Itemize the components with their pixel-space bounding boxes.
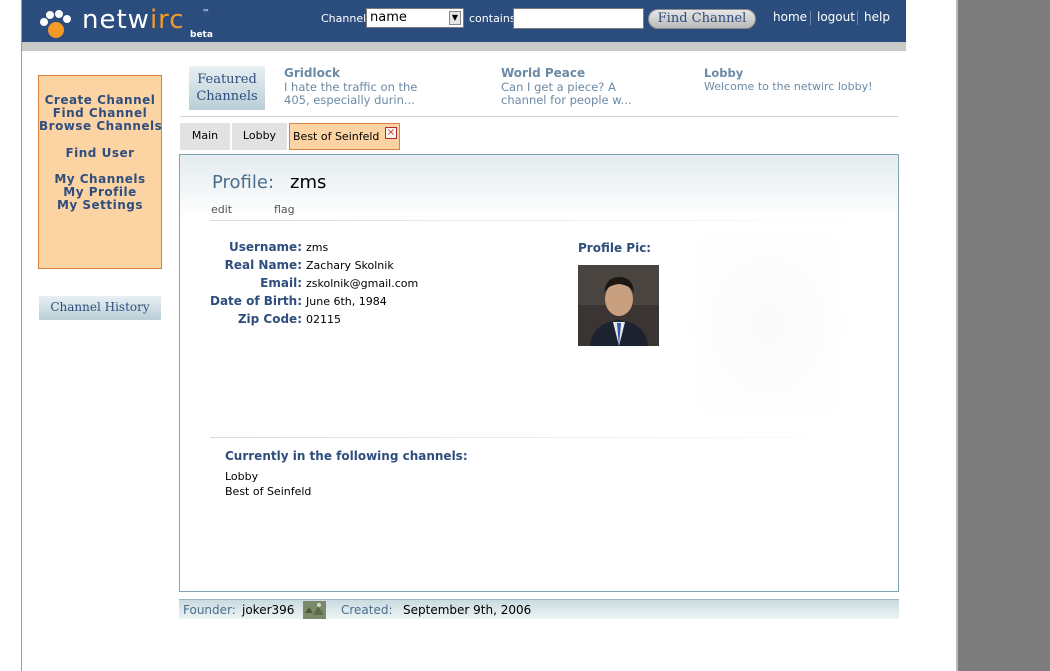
featured-divider <box>180 116 898 117</box>
current-channels-heading: Currently in the following channels: <box>225 449 468 463</box>
featured-desc-line: channel for people w... <box>501 93 632 107</box>
profile-heading-username: zms <box>290 172 327 193</box>
field-label: Username: <box>228 240 302 254</box>
featured-channels-tab: Featured Channels <box>189 66 265 110</box>
sidebar-browse-channels-link[interactable]: Browse Channels <box>39 119 162 133</box>
logo-wordmark: netwirc <box>82 5 185 35</box>
sidebar-menu: Create Channel Find Channel Browse Chann… <box>38 75 162 269</box>
profile-picture[interactable] <box>578 265 659 346</box>
field-label: Real Name: <box>224 258 302 272</box>
nav-logout-link[interactable]: logout <box>817 10 855 24</box>
chevron-down-icon: ▼ <box>449 11 461 25</box>
featured-channel-desc: I hate the traffic on the 405, especiall… <box>284 81 417 107</box>
header-underline <box>22 42 906 51</box>
contains-label: contains <box>469 12 516 25</box>
featured-desc-line: 405, especially durin... <box>284 93 415 107</box>
founder-avatar-image <box>303 601 326 619</box>
field-value: Zachary Skolnik <box>306 259 394 272</box>
sidebar-my-profile-link[interactable]: My Profile <box>39 185 161 199</box>
featured-channel-desc: Can I get a piece? A channel for people … <box>501 81 632 107</box>
profile-panel: Profile: zms edit flag Username: zms Rea… <box>179 154 899 592</box>
profile-pic-label: Profile Pic: <box>578 241 652 255</box>
founder-label: Founder: <box>183 603 236 617</box>
flag-profile-link[interactable]: flag <box>274 203 295 216</box>
tab-best-of-seinfeld[interactable]: Best of Seinfeld × <box>289 123 400 150</box>
channel-field-value: name <box>370 10 407 25</box>
channel-history-tab[interactable]: Channel History <box>39 296 161 320</box>
logo-net-text: netw <box>82 5 150 35</box>
nav-separator <box>857 11 858 25</box>
field-value: June 6th, 1984 <box>306 295 387 308</box>
tab-lobby[interactable]: Lobby <box>232 123 287 150</box>
trademark-mark: ™ <box>202 8 210 17</box>
site-header: netwirc ™ beta Channel name ▼ contains F… <box>22 0 906 42</box>
nav-help-link[interactable]: help <box>864 10 890 24</box>
featured-channel-title[interactable]: Lobby <box>704 66 743 80</box>
sidebar-find-channel-link[interactable]: Find Channel <box>39 106 161 120</box>
current-channel-item[interactable]: Best of Seinfeld <box>225 485 311 498</box>
beta-badge: beta <box>190 30 213 40</box>
field-value: zms <box>306 241 329 254</box>
nav-separator <box>810 11 811 25</box>
find-channel-button[interactable]: Find Channel <box>648 9 756 29</box>
nav-home-link[interactable]: home <box>773 10 807 24</box>
founder-avatar[interactable] <box>303 601 326 619</box>
tab-main[interactable]: Main <box>180 123 230 150</box>
browser-frame-left <box>0 0 22 671</box>
channel-history-label: Channel History <box>50 300 150 314</box>
channel-search-input[interactable] <box>513 8 644 29</box>
profile-photo-image <box>578 265 659 346</box>
sidebar-create-channel-link[interactable]: Create Channel <box>39 93 161 107</box>
field-label: Email: <box>260 276 302 290</box>
featured-tab-line1: Featured <box>197 72 257 87</box>
created-label: Created: <box>341 603 393 617</box>
field-label: Zip Code: <box>237 312 302 326</box>
paw-print-icon <box>40 10 71 38</box>
channel-info-bar: Founder: joker396 Created: September 9th… <box>179 599 899 619</box>
panel-divider <box>210 220 880 221</box>
panel-divider <box>210 437 880 438</box>
close-icon[interactable]: × <box>385 127 397 139</box>
founder-name[interactable]: joker396 <box>242 603 294 617</box>
edit-profile-link[interactable]: edit <box>211 203 232 216</box>
field-label: Date of Birth: <box>209 294 302 308</box>
logo-irc-text: irc <box>149 5 185 35</box>
profile-heading-label: Profile: <box>212 172 275 193</box>
browser-frame-right <box>958 0 1050 671</box>
channel-field-select[interactable]: name ▼ <box>366 8 464 28</box>
sidebar-find-user-link[interactable]: Find User <box>39 146 161 160</box>
featured-tab-line2: Channels <box>196 89 258 104</box>
featured-channel-title[interactable]: World Peace <box>501 66 585 80</box>
created-date: September 9th, 2006 <box>403 603 532 617</box>
current-channel-item[interactable]: Lobby <box>225 470 258 483</box>
sidebar-my-channels-link[interactable]: My Channels <box>39 172 161 186</box>
tab-label: Best of Seinfeld <box>293 130 380 143</box>
channel-label: Channel <box>321 12 367 25</box>
featured-channel-title[interactable]: Gridlock <box>284 66 340 80</box>
sidebar-my-settings-link[interactable]: My Settings <box>39 198 161 212</box>
featured-channel-desc: Welcome to the netwirc lobby! <box>704 80 873 93</box>
profile-pic-backdrop <box>693 235 843 415</box>
featured-desc-line: Welcome to the netwirc lobby! <box>704 80 873 93</box>
field-value: 02115 <box>306 313 341 326</box>
field-value: zskolnik@gmail.com <box>306 277 419 290</box>
